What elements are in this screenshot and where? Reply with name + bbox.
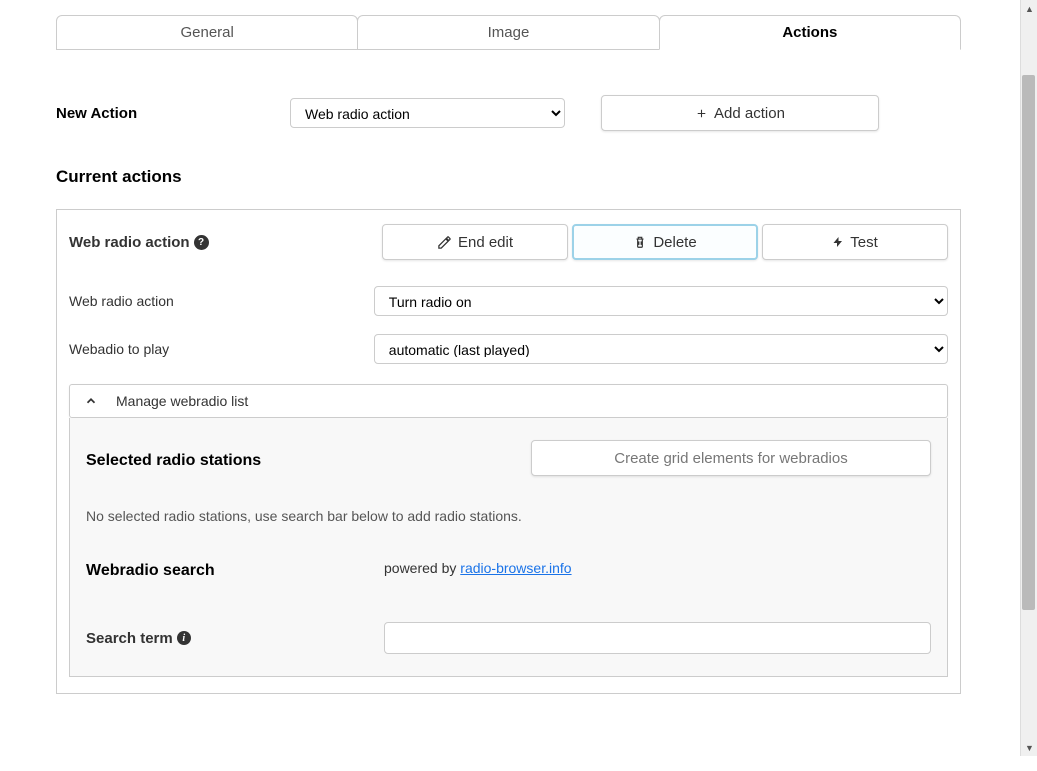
tab-image[interactable]: Image bbox=[357, 15, 659, 50]
test-button[interactable]: Test bbox=[762, 224, 948, 260]
new-action-label: New Action bbox=[56, 105, 290, 122]
bolt-icon bbox=[832, 235, 844, 249]
webradio-select[interactable]: automatic (last played) bbox=[374, 334, 948, 364]
scroll-down-arrow[interactable]: ▼ bbox=[1021, 739, 1037, 756]
selected-stations-heading: Selected radio stations bbox=[86, 446, 531, 470]
scroll-up-arrow[interactable]: ▲ bbox=[1021, 0, 1037, 17]
tabs-container: General Image Actions bbox=[56, 15, 961, 50]
help-icon[interactable]: ? bbox=[194, 235, 209, 250]
chevron-up-icon bbox=[84, 394, 98, 408]
search-term-label: Search term i bbox=[86, 630, 384, 647]
trash-icon bbox=[633, 235, 647, 249]
info-icon[interactable]: i bbox=[177, 631, 191, 645]
powered-by-text: powered by radio-browser.info bbox=[384, 560, 572, 576]
action-panel: Web radio action ? End edit Delete Test bbox=[56, 209, 961, 694]
search-term-input[interactable] bbox=[384, 622, 931, 654]
edit-icon bbox=[437, 235, 452, 250]
add-action-button-label: Add action bbox=[714, 105, 785, 122]
webradio-field-label: Webadio to play bbox=[69, 341, 374, 357]
webradio-search-heading: Webradio search bbox=[86, 556, 384, 580]
manage-webradio-toggle[interactable]: Manage webradio list bbox=[69, 384, 948, 418]
action-panel-title: Web radio action ? bbox=[69, 234, 209, 251]
radio-browser-link[interactable]: radio-browser.info bbox=[460, 560, 571, 576]
new-action-select[interactable]: Web radio action bbox=[290, 98, 565, 128]
scroll-thumb[interactable] bbox=[1022, 75, 1035, 610]
add-action-button[interactable]: Add action bbox=[601, 95, 879, 131]
create-grid-button[interactable]: Create grid elements for webradios bbox=[531, 440, 931, 476]
current-actions-heading: Current actions bbox=[56, 167, 961, 187]
manage-webradio-body: Selected radio stations Create grid elem… bbox=[69, 418, 948, 677]
tab-actions[interactable]: Actions bbox=[659, 15, 961, 50]
end-edit-button[interactable]: End edit bbox=[382, 224, 568, 260]
tab-general[interactable]: General bbox=[56, 15, 358, 50]
delete-button[interactable]: Delete bbox=[572, 224, 758, 260]
plus-icon bbox=[695, 107, 708, 120]
scrollbar[interactable]: ▲ ▼ bbox=[1020, 0, 1037, 756]
no-stations-message: No selected radio stations, use search b… bbox=[86, 508, 931, 524]
radio-action-select[interactable]: Turn radio on bbox=[374, 286, 948, 316]
radio-action-field-label: Web radio action bbox=[69, 293, 374, 309]
